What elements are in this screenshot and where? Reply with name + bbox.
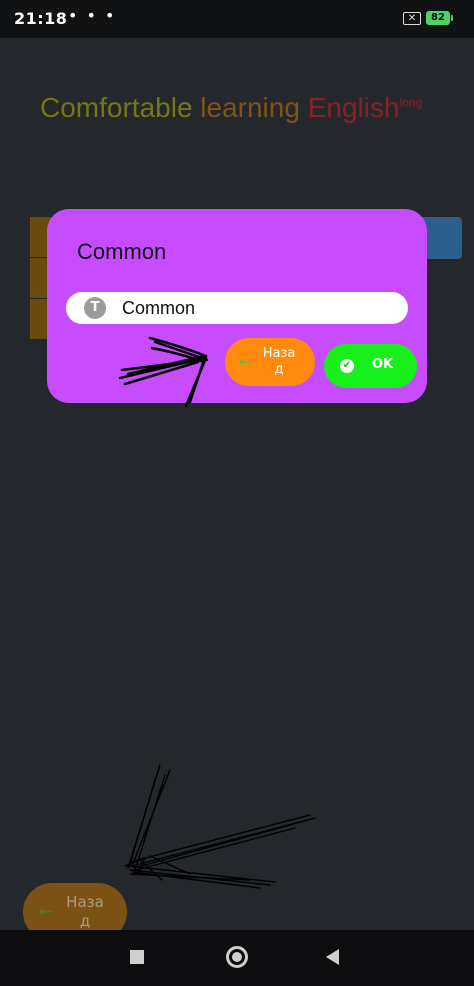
back-button-label: Назад: [262, 346, 296, 377]
text-field-value: Common: [122, 298, 196, 318]
title-word-2: learning: [200, 92, 300, 123]
dialog-title: Common: [77, 239, 167, 264]
arrow-left-icon: ←: [39, 902, 53, 921]
title-superscript: long: [399, 95, 423, 110]
text-field[interactable]: T Common: [66, 292, 408, 324]
title-word-1: Comfortable: [40, 92, 193, 123]
back-button-bottom-label: Назад: [66, 893, 104, 930]
app-screen: Comfortable learning Englishlong ← Назад: [0, 38, 474, 941]
arrow-left-icon: ←: [239, 352, 253, 371]
status-bar: 21:18 • • • ✕ 82: [0, 0, 474, 38]
back-button[interactable]: ← Назад: [225, 338, 315, 386]
back-triangle-icon[interactable]: [326, 949, 339, 965]
recents-square-icon[interactable]: [130, 950, 144, 964]
ok-button-label: OK: [372, 357, 394, 372]
ok-button[interactable]: ✔ OK: [324, 344, 417, 388]
navigation-bar: [0, 930, 474, 986]
check-circle-icon: ✔: [340, 359, 354, 373]
text-type-icon: T: [84, 297, 106, 319]
home-circle-icon[interactable]: [226, 946, 248, 968]
battery-tip: [451, 15, 453, 21]
no-sim-icon: ✕: [403, 12, 421, 25]
battery-icon: 82: [426, 11, 450, 25]
more-notifications-icon: • • •: [68, 6, 117, 25]
status-time: 21:18: [14, 9, 68, 28]
app-title: Comfortable learning Englishlong: [40, 92, 422, 124]
title-word-3: English: [307, 92, 400, 123]
dialog: Common T Common ← Назад ✔ OK: [47, 209, 427, 403]
